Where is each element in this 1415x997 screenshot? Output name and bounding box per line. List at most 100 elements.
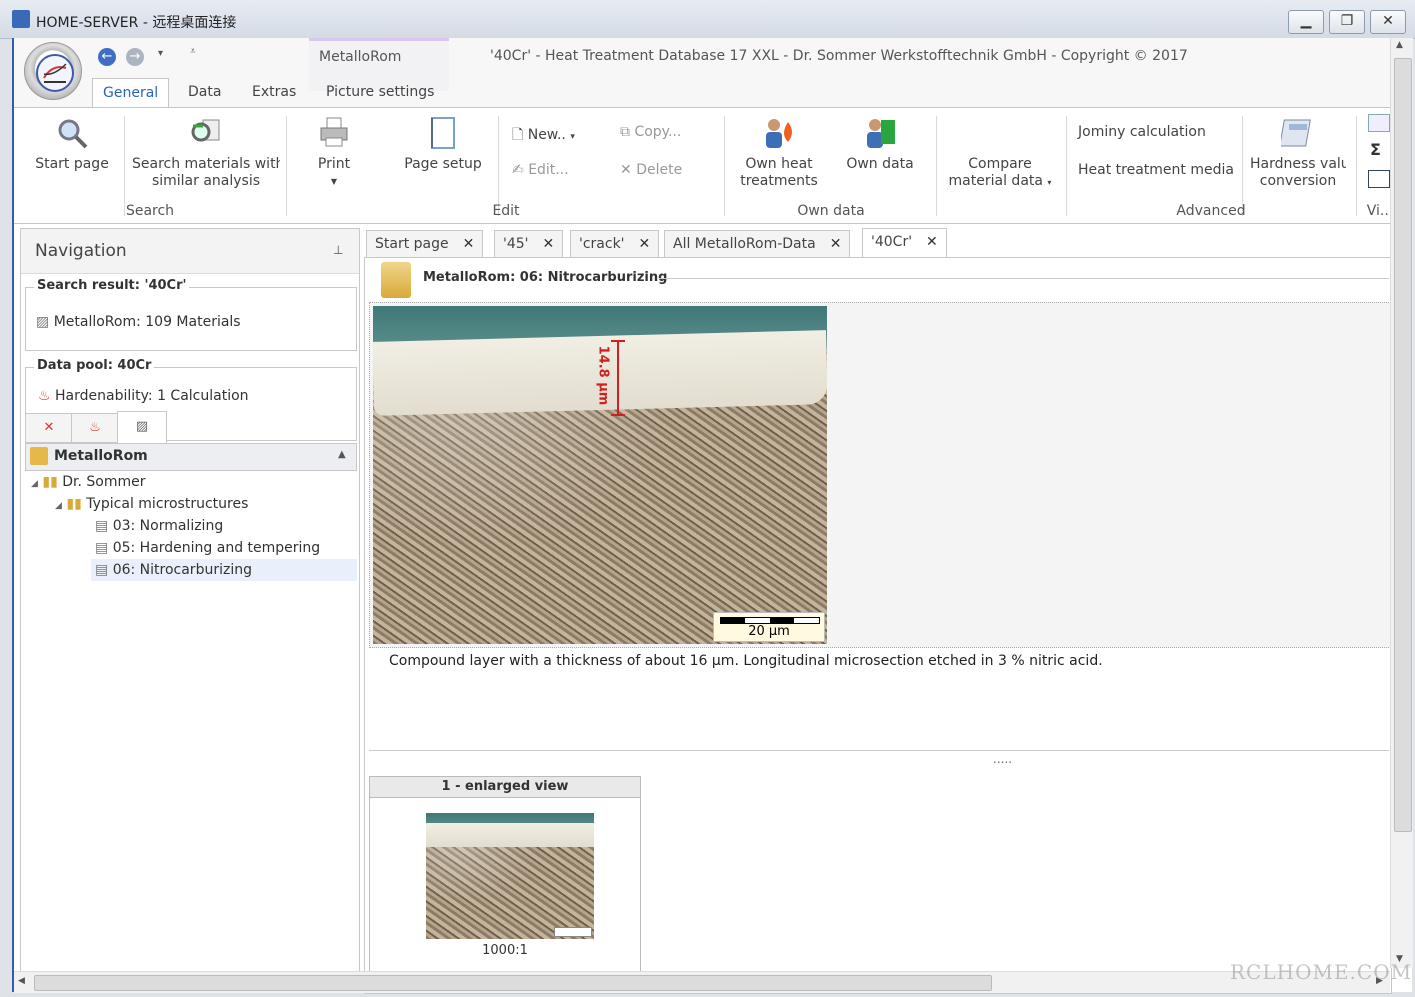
tree-node-typical-microstructures[interactable]: ◢ ▮▮ Typical microstructures (55, 493, 248, 515)
expand-icon: ◢ (55, 501, 62, 511)
maximize-button[interactable]: ❐ (1329, 10, 1365, 34)
printer-icon (317, 116, 351, 150)
jominy-calculation-button[interactable]: Jominy calculation (1078, 124, 1206, 140)
sigma-icon[interactable]: Σ (1370, 140, 1381, 159)
close-tab-icon[interactable]: ✕ (639, 236, 651, 252)
edit-button[interactable]: ✍ Edit... (512, 162, 569, 178)
tab-picture-settings[interactable]: Picture settings (316, 78, 444, 106)
hatch-icon: ▨ (36, 314, 50, 330)
compare-material-data-button[interactable]: Compare material data ▾ (944, 156, 1056, 191)
thumbnail-title: 1 - enlarged view (370, 777, 640, 798)
hardness-value-conversion-button[interactable]: Hardness value conversion (1250, 116, 1346, 190)
hardenability-tab-icon: ♨ (89, 420, 101, 435)
start-page-button[interactable]: Start page (32, 116, 112, 173)
own-heat-treatments-button[interactable]: Own heat treatments (734, 116, 824, 190)
thumbnail-magnification: 1000:1 (482, 943, 528, 958)
back-icon[interactable]: ← (98, 48, 116, 66)
tab-general[interactable]: General (92, 78, 170, 107)
new-button[interactable]: 🗋 New.. ▾ (512, 124, 575, 148)
thumbnail-scale-bar (554, 927, 592, 937)
search-result-item[interactable]: ▨ MetalloRom: 109 Materials (36, 314, 241, 330)
compare-dropdown-icon: ▾ (1047, 178, 1052, 187)
tree-node-hardening-tempering[interactable]: ▤ 05: Hardening and tempering (95, 537, 320, 559)
customize-toolbar-icon[interactable]: ⩡ (190, 46, 196, 57)
remote-desktop-icon (12, 10, 30, 28)
folder-icon: ▮▮ (42, 474, 58, 490)
close-tab-icon[interactable]: ✕ (926, 234, 938, 250)
pin-icon[interactable]: ⊥ (333, 243, 343, 257)
document-icon: ▤ (95, 518, 109, 534)
data-pool-item[interactable]: ♨ Hardenability: 1 Calculation (38, 388, 249, 404)
tab-data[interactable]: Data (178, 78, 231, 106)
horizontal-scrollbar[interactable]: ◀ ▶ (14, 971, 1390, 993)
view-window-icon[interactable] (1368, 114, 1390, 132)
measure-tick (611, 414, 625, 416)
thumbnail-card[interactable]: 1 - enlarged view 1000:1 (369, 776, 641, 974)
app-title: '40Cr' - Heat Treatment Database 17 XXL … (490, 48, 1188, 64)
horizontal-scroll-thumb[interactable] (34, 975, 992, 991)
tab-metallorom[interactable]: ▨ (117, 411, 167, 443)
search-result-legend: Search result: '40Cr' (34, 278, 190, 293)
ribbon-separator (286, 116, 287, 216)
app-logo-icon (36, 54, 74, 92)
own-data-button[interactable]: Own data (840, 116, 920, 173)
history-dropdown-icon[interactable]: ▾ (158, 48, 163, 59)
forward-icon[interactable]: → (126, 48, 144, 66)
tab-crack[interactable]: 'crack' ✕ (570, 230, 660, 258)
search-result-box: Search result: '40Cr' ▨ MetalloRom: 109 … (25, 278, 357, 351)
tab-45[interactable]: '45' ✕ (494, 230, 564, 258)
tab-hardenability[interactable]: ♨ (71, 413, 119, 443)
splitter-handle[interactable]: ..... (993, 752, 1012, 766)
print-button[interactable]: Print ▼ (304, 116, 364, 190)
tab-start-page[interactable]: Start page ✕ (366, 230, 484, 258)
close-tab-icon[interactable]: ✕ (830, 236, 842, 252)
tab-40cr[interactable]: '40Cr' ✕ (862, 228, 947, 258)
delete-x-icon: ✕ (620, 162, 632, 178)
thumbnail-image[interactable] (426, 813, 594, 939)
panel-layout-icon[interactable] (1368, 170, 1390, 188)
pen-icon: ✍ (512, 162, 524, 178)
diagram-icon: ✕ (43, 420, 55, 435)
page-setup-button[interactable]: Page setup (398, 116, 488, 173)
close-button[interactable]: ✕ (1370, 10, 1406, 34)
close-tab-icon[interactable]: ✕ (543, 236, 555, 252)
new-dropdown-icon: ▾ (570, 132, 575, 142)
tree-node-dr-sommer[interactable]: ◢ ▮▮ Dr. Sommer (31, 471, 146, 493)
application-window: ← → ▾ ⩡ MetalloRom '40Cr' - Heat Treatme… (12, 38, 1413, 994)
delete-button[interactable]: ✕ Delete (620, 162, 682, 178)
ribbon: Start page Search materials with similar… (14, 107, 1412, 224)
ribbon-separator (498, 116, 499, 216)
scale-bar: 20 µm (713, 612, 825, 642)
scroll-up-icon[interactable]: ▲ (1396, 40, 1403, 50)
new-doc-icon: 🗋 (512, 127, 524, 143)
tree-node-normalizing[interactable]: ▤ 03: Normalizing (95, 515, 223, 537)
group-label-edit: Edit (492, 203, 520, 219)
micrograph-image[interactable]: 14.8 µm 20 µm (373, 306, 827, 644)
copy-button[interactable]: ⧉ Copy... (620, 124, 681, 140)
folder-arrow-icon (30, 447, 48, 465)
minimize-button[interactable]: ▁ (1288, 10, 1324, 34)
watermark: RCLHOME.COM (1230, 960, 1413, 984)
heat-treatment-media-button[interactable]: Heat treatment media (1078, 162, 1234, 178)
document-icon: ▤ (95, 562, 109, 578)
navigation-pane: Navigation ⊥ Search result: '40Cr' ▨ Met… (20, 228, 360, 974)
measure-line (617, 340, 619, 416)
document-icon: ▤ (95, 540, 109, 556)
close-tab-icon[interactable]: ✕ (463, 236, 475, 252)
tab-extras[interactable]: Extras (242, 78, 306, 106)
tab-diagram[interactable]: ✕ (25, 413, 73, 443)
tab-all-metallorom-data[interactable]: All MetalloRom-Data ✕ (664, 230, 851, 258)
content-area: MetalloRom: 06: Nitrocarburizing 14.8 µm… (364, 257, 1392, 994)
group-label-search: Search (125, 203, 175, 219)
hatch-tab-icon: ▨ (135, 419, 149, 434)
page-setup-icon (426, 116, 460, 150)
thumbnail-compound-layer (426, 823, 594, 847)
tree-node-nitrocarburizing[interactable]: ▤ 06: Nitrocarburizing (91, 559, 357, 581)
vertical-scrollbar[interactable]: ▲ ▼ (1390, 38, 1413, 968)
search-similar-icon (189, 116, 223, 150)
scroll-left-icon[interactable]: ◀ (18, 976, 25, 986)
search-similar-analysis-button[interactable]: Search materials with similar analysis (132, 116, 280, 190)
collapse-icon[interactable]: ▲ (338, 449, 346, 460)
application-menu-button[interactable] (24, 42, 82, 100)
vertical-scroll-thumb[interactable] (1394, 58, 1412, 832)
